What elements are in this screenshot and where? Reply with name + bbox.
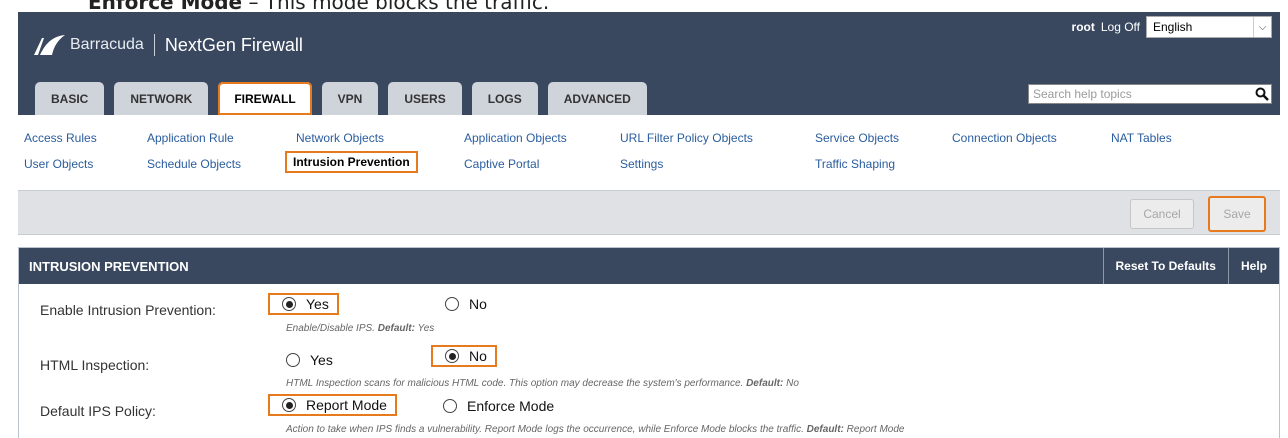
default-ips-policy-hint: Action to take when IPS finds a vulnerab… (286, 424, 904, 435)
panel-header-links: Reset To Defaults Help (1102, 248, 1279, 284)
report-mode-option[interactable]: Report Mode (268, 394, 397, 416)
tab-network[interactable]: NETWORK (114, 82, 209, 115)
hint-text: Action to take when IPS finds a vulnerab… (286, 424, 804, 435)
option-label: No (469, 296, 487, 312)
radio-unselected-icon[interactable] (443, 399, 457, 413)
cancel-button[interactable]: Cancel (1130, 199, 1194, 229)
option-label: Yes (306, 296, 329, 312)
subnav-user-objects[interactable]: User Objects (24, 157, 93, 171)
panel-header: INTRUSION PREVENTION Reset To Defaults H… (19, 248, 1279, 284)
subnav-schedule-objects[interactable]: Schedule Objects (147, 157, 241, 171)
tab-vpn[interactable]: VPN (321, 82, 379, 115)
barracuda-logo-icon (34, 35, 65, 55)
enable-ips-label: Enable Intrusion Prevention: (40, 302, 216, 318)
hint-default-value: Yes (417, 323, 435, 334)
tab-users[interactable]: USERS (388, 82, 462, 115)
hint-default-label: Default: (377, 323, 415, 334)
tab-advanced[interactable]: ADVANCED (547, 82, 647, 115)
subnav-connection-objects[interactable]: Connection Objects (952, 131, 1057, 145)
reset-to-defaults-link[interactable]: Reset To Defaults (1102, 248, 1228, 284)
radio-unselected-icon[interactable] (445, 297, 459, 311)
save-button[interactable]: Save (1208, 196, 1266, 232)
help-link[interactable]: Help (1227, 248, 1279, 284)
radio-unselected-icon[interactable] (286, 353, 300, 367)
brand: Barracuda NextGen Firewall (32, 34, 303, 56)
html-inspection-label: HTML Inspection: (40, 357, 150, 373)
tab-firewall[interactable]: FIREWALL (218, 82, 312, 115)
subnav-intrusion-prevention[interactable]: Intrusion Prevention (285, 151, 418, 173)
search-icon[interactable] (1253, 85, 1271, 103)
subnav-application-objects[interactable]: Application Objects (464, 131, 567, 145)
hint-default-label: Default: (806, 424, 844, 435)
subnav-settings[interactable]: Settings (620, 157, 663, 171)
brand-divider (153, 34, 155, 56)
language-value: English (1153, 20, 1193, 34)
tab-basic[interactable]: BASIC (35, 82, 105, 115)
option-label: Yes (310, 352, 333, 368)
option-label: No (469, 348, 487, 364)
html-inspection-yes-option[interactable]: Yes (286, 352, 333, 368)
action-bar: Cancel Save (18, 190, 1280, 235)
current-user: root (1071, 20, 1095, 34)
subnav-traffic-shaping[interactable]: Traffic Shaping (815, 157, 895, 171)
subnav-captive-portal[interactable]: Captive Portal (464, 157, 539, 171)
hint-text: HTML Inspection scans for malicious HTML… (286, 378, 744, 389)
main-tabs: BASIC NETWORK FIREWALL VPN USERS LOGS AD… (35, 82, 647, 115)
app-header: Barracuda NextGen Firewall root Log Off … (18, 12, 1280, 115)
html-inspection-hint: HTML Inspection scans for malicious HTML… (286, 378, 799, 389)
subnav-application-rule[interactable]: Application Rule (147, 131, 234, 145)
radio-selected-icon[interactable] (282, 398, 296, 412)
product-name: NextGen Firewall (164, 34, 303, 55)
hint-text: Enable/Disable IPS. (286, 323, 375, 334)
chevron-down-icon: ⌵ (1253, 17, 1271, 37)
option-label: Enforce Mode (467, 398, 555, 414)
hint-default-value: Report Mode (846, 424, 905, 435)
language-select[interactable]: English ⌵ (1146, 16, 1272, 38)
firewall-subnav: Access Rules Application Rule Network Ob… (18, 116, 1280, 178)
logoff-link[interactable]: Log Off (1101, 20, 1140, 34)
subnav-url-filter-policy-objects[interactable]: URL Filter Policy Objects (620, 131, 753, 145)
radio-selected-icon[interactable] (282, 297, 296, 311)
radio-selected-icon[interactable] (445, 349, 459, 363)
intrusion-prevention-panel: INTRUSION PREVENTION Reset To Defaults H… (18, 247, 1280, 438)
enable-ips-no-option[interactable]: No (445, 296, 487, 312)
enable-ips-yes-option[interactable]: Yes (268, 293, 339, 315)
subnav-network-objects[interactable]: Network Objects (296, 131, 384, 145)
hint-default-value: No (786, 378, 799, 389)
subnav-service-objects[interactable]: Service Objects (815, 131, 899, 145)
html-inspection-no-option[interactable]: No (431, 345, 497, 367)
default-ips-policy-label: Default IPS Policy: (40, 403, 156, 419)
panel-title: INTRUSION PREVENTION (29, 258, 189, 274)
help-search-input[interactable]: Search help topics (1028, 84, 1272, 104)
tab-logs[interactable]: LOGS (471, 82, 538, 115)
subnav-access-rules[interactable]: Access Rules (24, 131, 97, 145)
user-area: root Log Off English ⌵ (1072, 16, 1272, 38)
hint-default-label: Default: (746, 378, 784, 389)
help-search-placeholder: Search help topics (1033, 87, 1132, 101)
option-label: Report Mode (306, 397, 387, 413)
enforce-mode-option[interactable]: Enforce Mode (443, 398, 554, 414)
brand-name: Barracuda (70, 36, 144, 53)
enable-ips-hint: Enable/Disable IPS. Default: Yes (286, 323, 434, 334)
subnav-nat-tables[interactable]: NAT Tables (1111, 131, 1172, 145)
